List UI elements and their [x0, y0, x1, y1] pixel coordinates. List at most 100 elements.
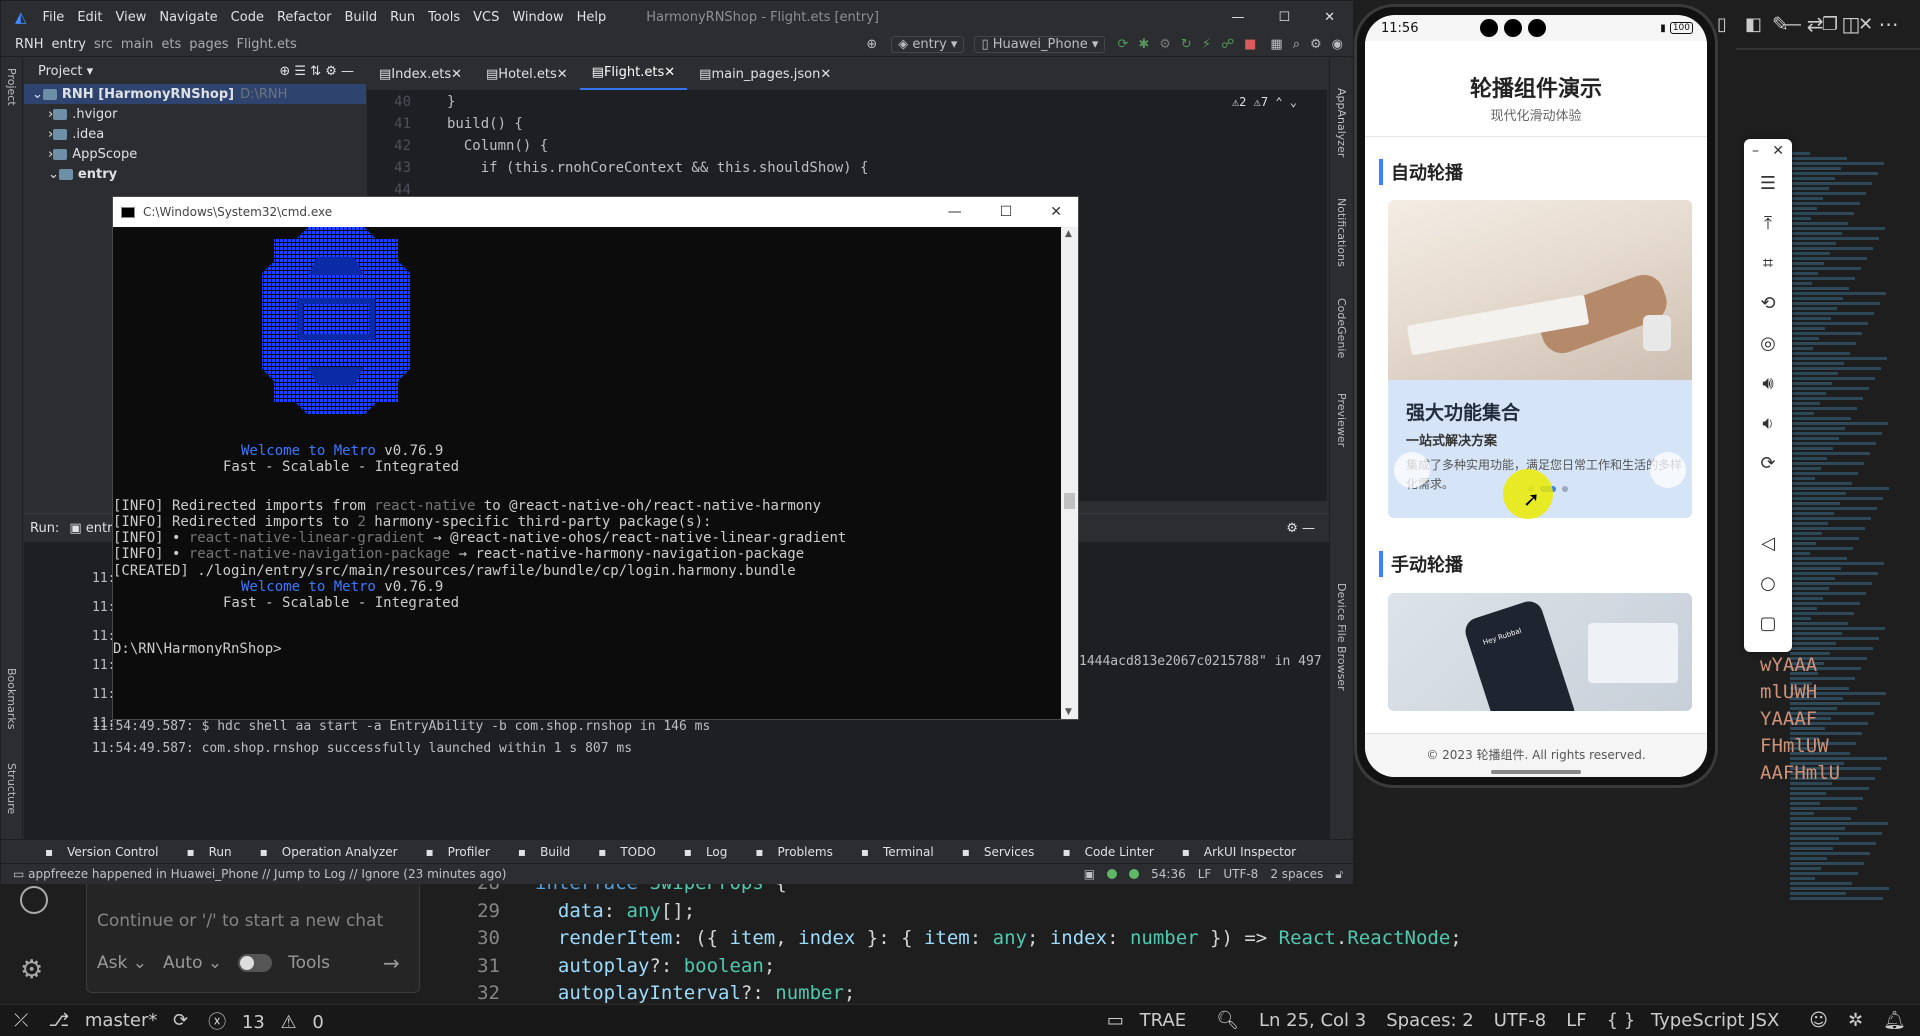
tab-close-icon[interactable]: ✕ [451, 67, 462, 82]
breadcrumb-item[interactable]: src [94, 37, 113, 52]
phone-screen[interactable]: 11:56 ▮ 100 轮播组件演示 现代化滑动体验 自动轮播 强大功能集合 一… [1365, 15, 1707, 777]
tool-tab-services[interactable]: ▪ Services [948, 845, 1035, 859]
sidebar-toggle-icon[interactable]: ◧ [1745, 14, 1762, 35]
editor-tab[interactable]: ▤ Hotel.ets ✕ [474, 67, 580, 90]
ide-maximize-button[interactable]: ☐ [1278, 10, 1290, 25]
tool-tab-problems[interactable]: ▪ Problems [741, 845, 832, 859]
tree-item[interactable]: › .idea [24, 124, 366, 144]
breadcrumb-item[interactable]: RNH [15, 37, 44, 52]
status-item[interactable]: 2 spaces [1270, 867, 1323, 881]
search-icon[interactable]: ⌕ [1293, 37, 1300, 52]
stop-button[interactable]: ■ [1244, 37, 1256, 52]
tool-tab-profiler[interactable]: ▪ Profiler [412, 845, 490, 859]
menu-icon[interactable]: ☰ [1744, 163, 1792, 203]
menu-view[interactable]: View [116, 10, 147, 25]
volume-down-icon[interactable]: 🔉︎ [1744, 403, 1792, 443]
device-select[interactable]: ▯ Huawei_Phone ▾ [974, 36, 1106, 53]
menu-help[interactable]: Help [577, 10, 607, 25]
encoding-status[interactable]: UTF-8 [1494, 1010, 1546, 1031]
problems-status[interactable]: ⓧ 13 ⚠ 0 [208, 1008, 334, 1034]
bookmarks-tool-tab[interactable]: Bookmarks [5, 668, 18, 729]
tree-item[interactable]: › .hvigor [24, 104, 366, 124]
tab-close-icon[interactable]: ✕ [664, 65, 675, 80]
cmd-output[interactable]: Welcome to Metro v0.76.9 Fast - Scalable… [113, 227, 1063, 719]
breadcrumb-item[interactable]: ets [161, 37, 181, 52]
status-item[interactable]: 54:36 [1151, 867, 1186, 881]
breadcrumb-item[interactable]: main [121, 37, 153, 52]
cmd-scrollbar[interactable]: ▲ ▼ [1061, 227, 1078, 719]
tool-tab-terminal[interactable]: ▪ Terminal [847, 845, 934, 859]
carousel-next-button[interactable] [1650, 452, 1686, 488]
side-tool-notifications[interactable]: Notifications [1335, 198, 1348, 267]
minimap[interactable] [1790, 150, 1900, 940]
home-indicator[interactable] [1491, 770, 1581, 774]
side-tool-appanalyzer[interactable]: AppAnalyzer [1335, 88, 1348, 157]
editor-tab[interactable]: ▤ Index.ets ✕ [367, 67, 474, 90]
settings-icon[interactable]: ⚙ [1310, 37, 1322, 52]
tool-tab-build[interactable]: ▪ Build [504, 845, 570, 859]
remote-icon[interactable]: ⤫ [14, 1010, 28, 1031]
home-icon[interactable]: ○ [1744, 563, 1792, 603]
tool-tab-code-linter[interactable]: ▪ Code Linter [1048, 845, 1153, 859]
cursor-position[interactable]: Ln 25, Col 3 [1259, 1010, 1366, 1031]
locate-icon[interactable]: ⊕ ☰ ⇅ ⚙ — [279, 64, 354, 79]
vscode-editor[interactable]: 28interface SwipeProps {29 data: any[];3… [440, 870, 1740, 1010]
status-item[interactable]: LF [1198, 867, 1212, 881]
chat-mode-select[interactable]: Ask ⌄ [97, 953, 147, 973]
menu-refactor[interactable]: Refactor [277, 10, 332, 25]
menu-edit[interactable]: Edit [77, 10, 102, 25]
tool-tab-version-control[interactable]: ▪ Version Control [31, 845, 158, 859]
shake-icon[interactable]: ⟳ [1744, 443, 1792, 483]
emulator-minimize-button[interactable]: – [1752, 143, 1759, 159]
menu-tools[interactable]: Tools [428, 10, 460, 25]
project-tool-tab[interactable]: Project [5, 68, 18, 106]
eol-status[interactable]: LF [1566, 1010, 1586, 1031]
run-config-select[interactable]: ◈ entry ▾ [891, 36, 965, 53]
settings-gear-icon[interactable]: ⚙ [20, 956, 48, 984]
tree-item[interactable]: ⌄ entry [24, 164, 366, 184]
carousel-prev-button[interactable] [1394, 452, 1430, 488]
cmd-maximize-button[interactable]: ☐ [1000, 204, 1013, 220]
run-log[interactable]: 11:54:49.587: $ hdc shell aa start -a En… [92, 716, 710, 760]
recents-icon[interactable]: ▢ [1744, 603, 1792, 643]
account-icon[interactable]: ◉ [1332, 37, 1343, 52]
tree-item[interactable]: ⌄ RNH [HarmonyRNShop] D:\RNH [24, 84, 366, 104]
manual-carousel[interactable]: Hey Rubbal [1388, 593, 1692, 711]
target-icon[interactable]: ⊕ [866, 37, 877, 52]
menu-file[interactable]: File [43, 10, 65, 25]
cmd-titlebar[interactable]: C:\Windows\System32\cmd.exe — ☐ ✕ [113, 197, 1078, 227]
rerun-button[interactable]: ↻ [1181, 37, 1192, 52]
lock-icon[interactable]: 🔓︎ [1335, 867, 1343, 882]
volume-up-icon[interactable]: 🔊︎ [1744, 363, 1792, 403]
language-status[interactable]: { } TypeScript JSX [1607, 1010, 1790, 1031]
pin-top-icon[interactable]: ⤒ [1744, 203, 1792, 243]
tab-close-icon[interactable]: ✕ [820, 67, 831, 82]
attach-button[interactable]: ☍ [1221, 37, 1234, 52]
editor-tab[interactable]: ▤ main_pages.json ✕ [687, 67, 843, 90]
back-icon[interactable]: ◁ [1744, 523, 1792, 563]
menu-navigate[interactable]: Navigate [159, 10, 217, 25]
emulator-close-button[interactable]: ✕ [1772, 143, 1784, 159]
tool-tab-todo[interactable]: ▪ TODO [584, 845, 656, 859]
breadcrumb-item[interactable]: entry [52, 37, 86, 52]
restore-button[interactable]: ❐ [1822, 14, 1838, 35]
cmd-close-button[interactable]: ✕ [1050, 204, 1062, 220]
inspection-widget[interactable]: ⚠2 ⚠7 ⌃ ⌄ [1232, 91, 1297, 113]
editor-tab[interactable]: ▤ Flight.ets ✕ [579, 65, 688, 90]
tree-item[interactable]: › AppScope [24, 144, 366, 164]
debug-button[interactable]: ✱ [1138, 37, 1149, 52]
side-tool-codegenie[interactable]: CodeGenie [1335, 298, 1348, 358]
branch-status[interactable]: ⎇ master* ⟳ [48, 1010, 188, 1031]
run-settings-icon[interactable]: ⚙ — [1286, 521, 1315, 536]
breadcrumb-item[interactable]: pages [189, 37, 228, 52]
cmd-minimize-button[interactable]: — [948, 204, 962, 220]
rotate-icon[interactable]: ⟲ [1744, 283, 1792, 323]
tools-toggle[interactable] [238, 954, 273, 972]
menu-code[interactable]: Code [231, 10, 264, 25]
send-arrow-icon[interactable]: → [383, 951, 400, 975]
ide-close-button[interactable]: ✕ [1324, 10, 1335, 25]
tool-tab-operation-analyzer[interactable]: ▪ Operation Analyzer [246, 845, 398, 859]
account-icon[interactable] [20, 886, 48, 914]
menu-window[interactable]: Window [512, 10, 563, 25]
run-button[interactable]: ⟳ [1117, 37, 1128, 52]
